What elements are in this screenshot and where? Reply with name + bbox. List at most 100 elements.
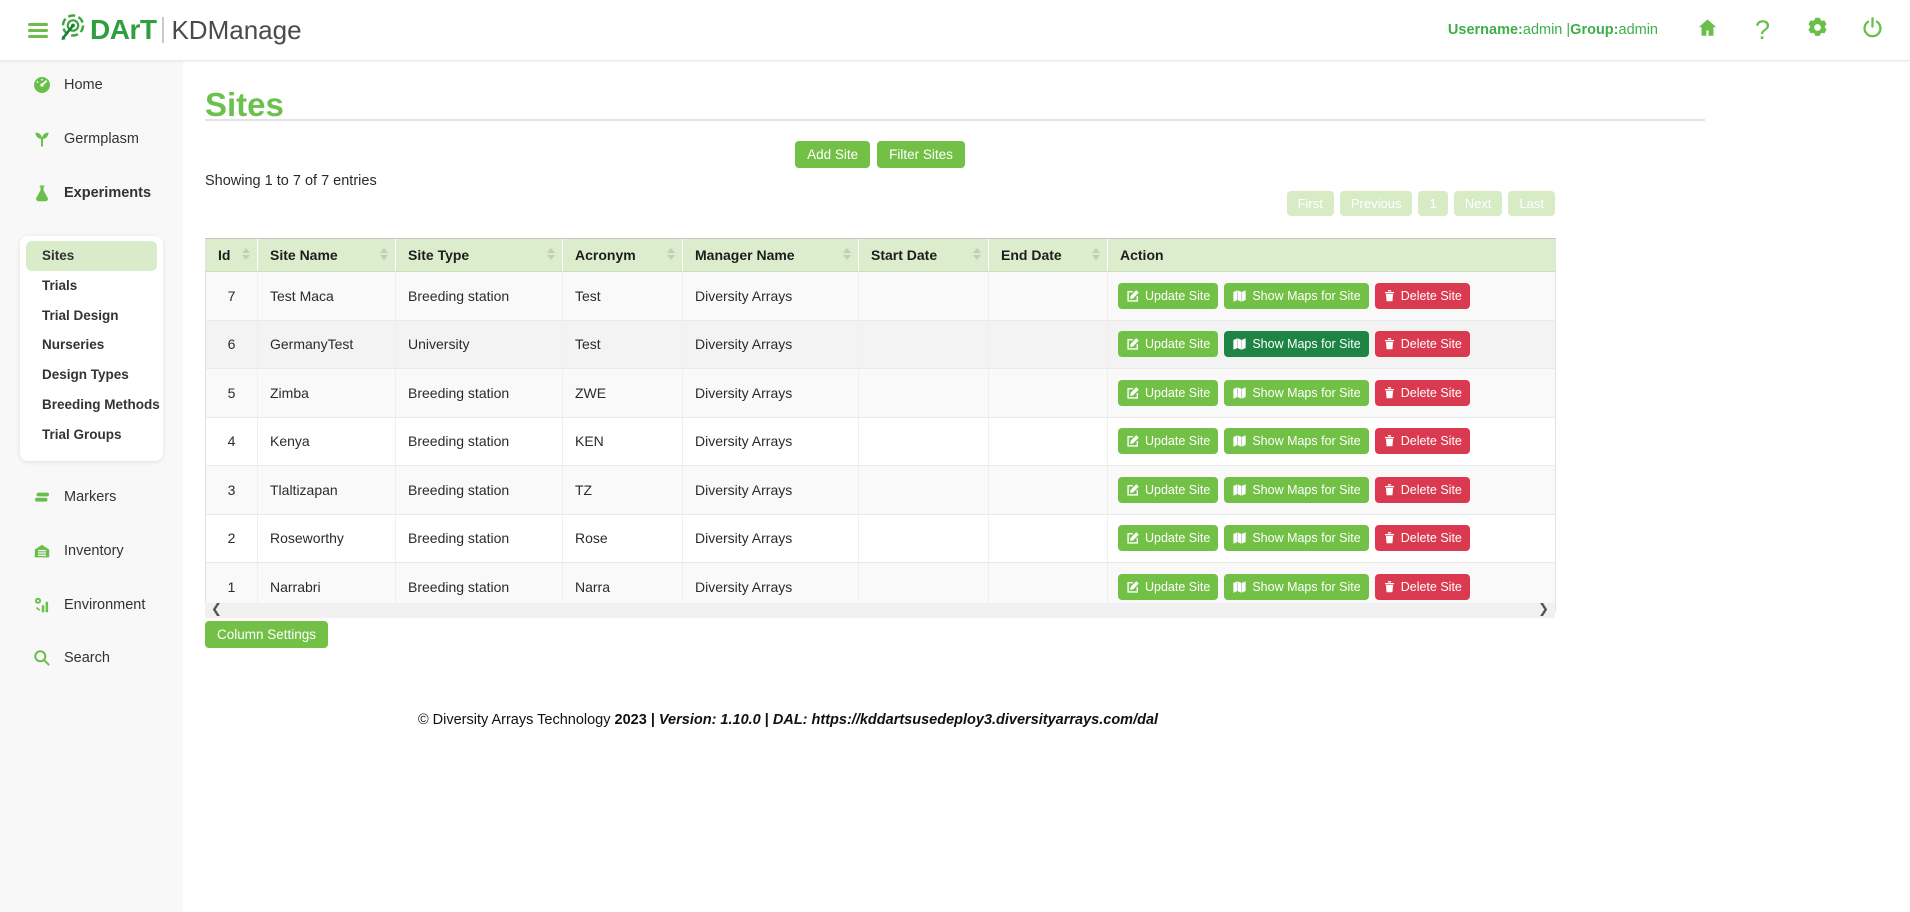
column-header-site-name[interactable]: Site Name <box>258 239 396 272</box>
main-content: Sites Add Site Filter Sites Showing 1 to… <box>183 60 1910 912</box>
sort-icon <box>667 248 675 260</box>
sidebar-item-experiments[interactable]: Experiments <box>33 182 151 204</box>
footer-segment: © Diversity Arrays Technology <box>418 712 615 728</box>
environment-icon <box>33 596 51 614</box>
cell-end-date <box>989 369 1108 418</box>
delete-site-button[interactable]: Delete Site <box>1375 283 1470 309</box>
cell-acronym: ZWE <box>563 369 683 418</box>
home-icon[interactable] <box>1680 17 1735 44</box>
cell-id: 6 <box>206 320 258 369</box>
pagination-next[interactable]: Next <box>1454 191 1503 216</box>
cell-acronym: Test <box>563 320 683 369</box>
sort-icon <box>380 248 388 260</box>
column-header-label: End Date <box>1001 247 1062 263</box>
cell-end-date <box>989 320 1108 369</box>
sites-table: IdSite NameSite TypeAcronymManager NameS… <box>205 238 1556 612</box>
column-header-manager-name[interactable]: Manager Name <box>683 239 859 272</box>
cell-action: Update SiteShow Maps for Site Delete Site <box>1108 417 1556 466</box>
show-maps-button[interactable]: Show Maps for Site <box>1224 574 1368 600</box>
search-icon <box>33 649 51 667</box>
settings-icon[interactable] <box>1790 16 1845 44</box>
update-site-button[interactable]: Update Site <box>1118 477 1218 503</box>
horizontal-scrollbar[interactable]: ❮ ❯ <box>205 603 1555 618</box>
sidebar-subitem-design-types[interactable]: Design Types <box>20 360 163 390</box>
delete-site-button[interactable]: Delete Site <box>1375 574 1470 600</box>
sites-table-wrap: IdSite NameSite TypeAcronymManager NameS… <box>205 238 1555 612</box>
cell-id: 7 <box>206 272 258 321</box>
pagination-first[interactable]: First <box>1287 191 1334 216</box>
cell-site-type: Breeding station <box>396 369 563 418</box>
sidebar-subitem-trial-groups[interactable]: Trial Groups <box>20 420 163 450</box>
filter-sites-button[interactable]: Filter Sites <box>877 141 965 168</box>
column-header-site-type[interactable]: Site Type <box>396 239 563 272</box>
cell-acronym: Test <box>563 272 683 321</box>
sidebar-subitem-trial-design[interactable]: Trial Design <box>20 301 163 331</box>
scroll-left-icon[interactable]: ❮ <box>211 601 222 617</box>
sidebar-item-germplasm[interactable]: Germplasm <box>33 128 139 150</box>
column-header-label: Action <box>1120 247 1164 263</box>
column-header-label: Site Type <box>408 247 469 263</box>
sidebar-item-markers[interactable]: Markers <box>33 486 116 508</box>
show-maps-button[interactable]: Show Maps for Site <box>1224 428 1368 454</box>
cell-id: 3 <box>206 466 258 515</box>
sidebar-subitem-trials[interactable]: Trials <box>20 271 163 301</box>
cell-acronym: Rose <box>563 514 683 563</box>
column-header-start-date[interactable]: Start Date <box>859 239 989 272</box>
show-maps-button[interactable]: Show Maps for Site <box>1224 380 1368 406</box>
pagination-last[interactable]: Last <box>1508 191 1555 216</box>
cell-site-name: Tlaltizapan <box>258 466 396 515</box>
cell-id: 5 <box>206 369 258 418</box>
delete-site-button[interactable]: Delete Site <box>1375 331 1470 357</box>
cell-manager-name: Diversity Arrays <box>683 369 859 418</box>
delete-site-button[interactable]: Delete Site <box>1375 428 1470 454</box>
update-site-button[interactable]: Update Site <box>1118 525 1218 551</box>
update-site-button[interactable]: Update Site <box>1118 380 1218 406</box>
update-site-button[interactable]: Update Site <box>1118 574 1218 600</box>
update-site-button[interactable]: Update Site <box>1118 428 1218 454</box>
scroll-right-icon[interactable]: ❯ <box>1538 601 1549 617</box>
cell-end-date <box>989 417 1108 466</box>
cell-manager-name: Diversity Arrays <box>683 320 859 369</box>
column-header-label: Id <box>218 247 230 263</box>
update-site-button[interactable]: Update Site <box>1118 283 1218 309</box>
update-site-button[interactable]: Update Site <box>1118 331 1218 357</box>
menu-toggle-icon[interactable] <box>28 20 48 41</box>
table-row: 4KenyaBreeding stationKENDiversity Array… <box>206 417 1556 466</box>
cell-start-date <box>859 369 989 418</box>
add-site-button[interactable]: Add Site <box>795 141 870 168</box>
cell-id: 4 <box>206 417 258 466</box>
delete-site-button[interactable]: Delete Site <box>1375 477 1470 503</box>
sidebar-item-search[interactable]: Search <box>33 647 110 669</box>
column-header-acronym[interactable]: Acronym <box>563 239 683 272</box>
show-maps-button[interactable]: Show Maps for Site <box>1224 525 1368 551</box>
cell-id: 2 <box>206 514 258 563</box>
toolbar: Add Site Filter Sites <box>205 141 1555 168</box>
show-maps-button[interactable]: Show Maps for Site <box>1224 283 1368 309</box>
brand-logo[interactable]: DArT KDManage <box>58 13 302 47</box>
sidebar-item-inventory[interactable]: Inventory <box>33 540 124 562</box>
show-maps-button[interactable]: Show Maps for Site <box>1224 477 1368 503</box>
cell-site-name: Kenya <box>258 417 396 466</box>
column-header-id[interactable]: Id <box>206 239 258 272</box>
pagination-previous[interactable]: Previous <box>1340 191 1413 216</box>
sidebar-subitem-sites[interactable]: Sites <box>26 241 157 271</box>
sidebar-subitem-nurseries[interactable]: Nurseries <box>20 330 163 360</box>
sidebar-item-label: Search <box>64 650 110 666</box>
cell-site-type: Breeding station <box>396 514 563 563</box>
delete-site-button[interactable]: Delete Site <box>1375 525 1470 551</box>
delete-site-button[interactable]: Delete Site <box>1375 380 1470 406</box>
cell-start-date <box>859 466 989 515</box>
cell-end-date <box>989 514 1108 563</box>
column-settings-button[interactable]: Column Settings <box>205 621 328 648</box>
power-icon[interactable] <box>1845 16 1900 44</box>
footer-segment: 2023 <box>615 712 647 728</box>
sidebar-item-label: Germplasm <box>64 131 139 147</box>
help-icon[interactable]: ? <box>1735 17 1790 44</box>
column-header-end-date[interactable]: End Date <box>989 239 1108 272</box>
sidebar-item-environment[interactable]: Environment <box>33 594 145 616</box>
show-maps-button[interactable]: Show Maps for Site <box>1224 331 1368 357</box>
sidebar-subitem-breeding-methods[interactable]: Breeding Methods <box>20 390 163 420</box>
column-header-label: Site Name <box>270 247 338 263</box>
sidebar-item-home[interactable]: Home <box>33 74 103 96</box>
pagination-1[interactable]: 1 <box>1418 191 1447 216</box>
